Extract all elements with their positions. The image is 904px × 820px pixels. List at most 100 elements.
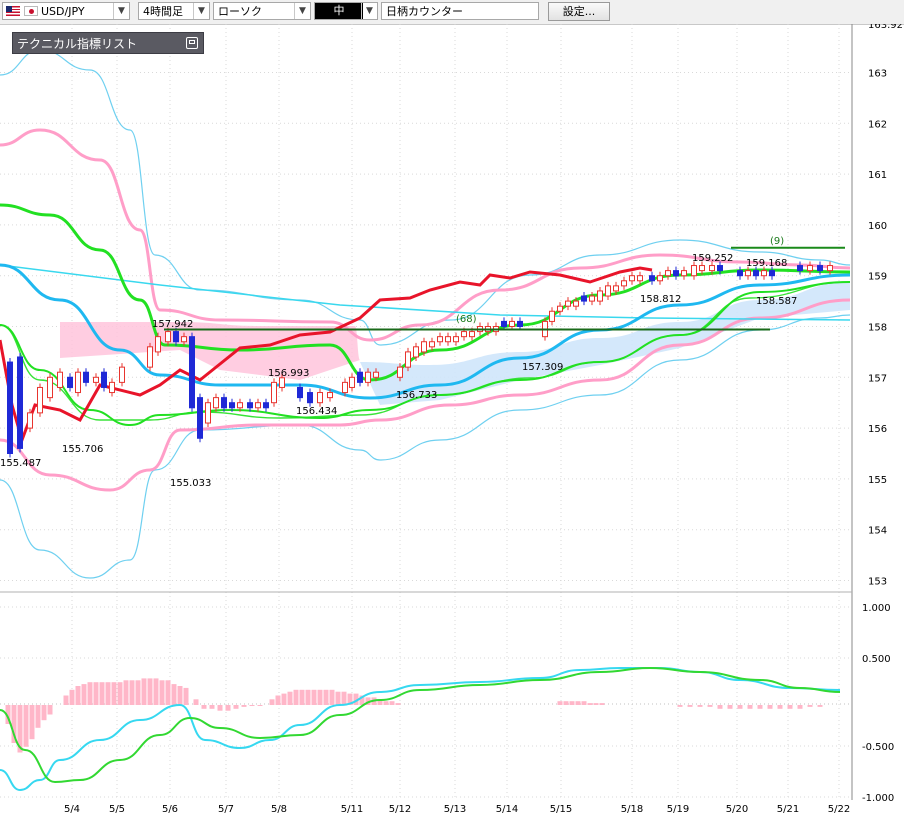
candle-body	[197, 397, 203, 439]
candle-body	[413, 346, 419, 358]
price-tick-label: 153	[868, 577, 887, 588]
macd-histogram-bar	[93, 682, 99, 705]
macd-histogram-bar	[257, 705, 263, 706]
macd-histogram-bar	[587, 703, 593, 705]
candle-body	[229, 402, 235, 409]
macd-histogram-bar	[275, 695, 281, 705]
candle-body	[453, 336, 459, 343]
timeframe-select[interactable]: 4時間足 ▼	[138, 2, 210, 20]
macd-histogram-bar	[111, 682, 117, 705]
price-annotation: 157.942	[152, 319, 193, 330]
tech-list-panel[interactable]: テクニカル指標リスト	[12, 32, 204, 54]
date-tick-label: 5/20	[726, 804, 748, 815]
window-icon[interactable]	[186, 37, 198, 49]
toolbar: USD/JPY ▼ 4時間足 ▼ ローソク ▼ 中 ▼ 日柄カウンター 設定..…	[0, 0, 904, 25]
macd-histogram-bar	[81, 684, 87, 705]
candle-body	[75, 371, 81, 394]
candle-body	[613, 285, 619, 292]
price-annotation: 156.434	[296, 406, 337, 417]
price-annotation: 155.487	[0, 458, 41, 469]
macd-histogram-bar	[383, 701, 389, 705]
chevron-down-icon: ▼	[113, 3, 129, 19]
date-tick-label: 5/8	[271, 804, 287, 815]
jp-flag-icon	[24, 6, 38, 16]
price-annotation: (68)	[456, 314, 477, 325]
candle-body	[709, 265, 715, 272]
macd-histogram-bar	[225, 705, 231, 711]
macd-histogram-bar	[767, 705, 773, 709]
macd-histogram-bar	[123, 680, 129, 705]
candle-body	[47, 376, 53, 399]
chevron-down-icon: ▼	[193, 3, 209, 19]
macd-histogram-bar	[177, 686, 183, 705]
settings-button[interactable]: 設定...	[548, 2, 610, 21]
candle-body	[327, 392, 333, 399]
candle-body	[307, 392, 313, 404]
macd-histogram-bar	[209, 705, 215, 709]
macd-histogram-bar	[249, 705, 255, 706]
macd-histogram-bar	[193, 699, 199, 705]
macd-histogram-bar	[117, 682, 123, 705]
candle-body	[761, 270, 767, 277]
candle-body	[629, 275, 635, 282]
macd-histogram-bar	[323, 689, 329, 705]
date-tick-label: 5/5	[109, 804, 125, 815]
candle-body	[173, 331, 179, 343]
candle-body	[717, 265, 723, 272]
price-annotation: 155.033	[170, 478, 211, 489]
price-tick-label: 160	[868, 221, 887, 232]
candle-body	[17, 356, 23, 449]
candle-body	[509, 320, 515, 328]
macd-histogram-bar	[269, 699, 275, 705]
candle-body	[681, 270, 687, 277]
chart-style-select[interactable]: ローソク ▼	[213, 2, 311, 20]
candle-body	[27, 412, 33, 429]
macd-histogram-bar	[747, 705, 753, 709]
candle-body	[147, 346, 153, 368]
chart-style-value: ローソク	[218, 5, 262, 18]
candle-body	[461, 331, 467, 338]
macd-histogram-bar	[75, 686, 81, 705]
price-tick-label: 163.92	[868, 24, 903, 31]
macd-histogram-bar	[141, 678, 147, 705]
size-value: 中	[315, 3, 363, 19]
macd-histogram-bar	[105, 682, 111, 705]
price-tick-label: 155	[868, 475, 887, 486]
macd-histogram-bar	[153, 678, 159, 705]
candle-body	[565, 300, 571, 307]
macd-histogram-bar	[147, 678, 153, 705]
price-tick-label: 161	[868, 170, 887, 181]
price-tick-label: 154	[868, 526, 887, 537]
candle-body	[189, 336, 195, 409]
macd-histogram-bar	[217, 705, 223, 711]
macd-histogram-bar	[241, 705, 247, 707]
macd-histogram-bar	[727, 705, 733, 709]
candle-body	[597, 290, 603, 302]
macd-histogram-bar	[41, 705, 47, 721]
macd-histogram-bar	[311, 689, 317, 705]
macd-histogram-bar	[201, 705, 207, 709]
date-tick-label: 5/7	[218, 804, 234, 815]
macd-histogram-bar	[47, 705, 53, 715]
size-select[interactable]: 中 ▼	[314, 2, 378, 20]
macd-histogram-bar	[593, 703, 599, 705]
candle-body	[405, 351, 411, 368]
candle-body	[665, 270, 671, 277]
price-tick-label: 159	[868, 272, 887, 283]
symbol-select[interactable]: USD/JPY ▼	[2, 2, 130, 20]
tech-list-label: テクニカル指標リスト	[17, 37, 138, 51]
macd-histogram-bar	[299, 689, 305, 705]
macd-histogram-bar	[281, 693, 287, 705]
date-tick-label: 5/6	[162, 804, 178, 815]
macd-histogram-bar	[329, 689, 335, 705]
candle-body	[549, 310, 555, 322]
date-tick-label: 5/15	[550, 804, 572, 815]
macd-histogram-bar	[777, 705, 783, 709]
candle-body	[437, 336, 443, 343]
candle-body	[753, 270, 759, 277]
candle-body	[657, 275, 663, 282]
candle-body	[263, 402, 269, 409]
counter-button[interactable]: 日柄カウンター	[381, 2, 539, 20]
macd-histogram-bar	[171, 684, 177, 705]
date-tick-label: 5/19	[667, 804, 689, 815]
